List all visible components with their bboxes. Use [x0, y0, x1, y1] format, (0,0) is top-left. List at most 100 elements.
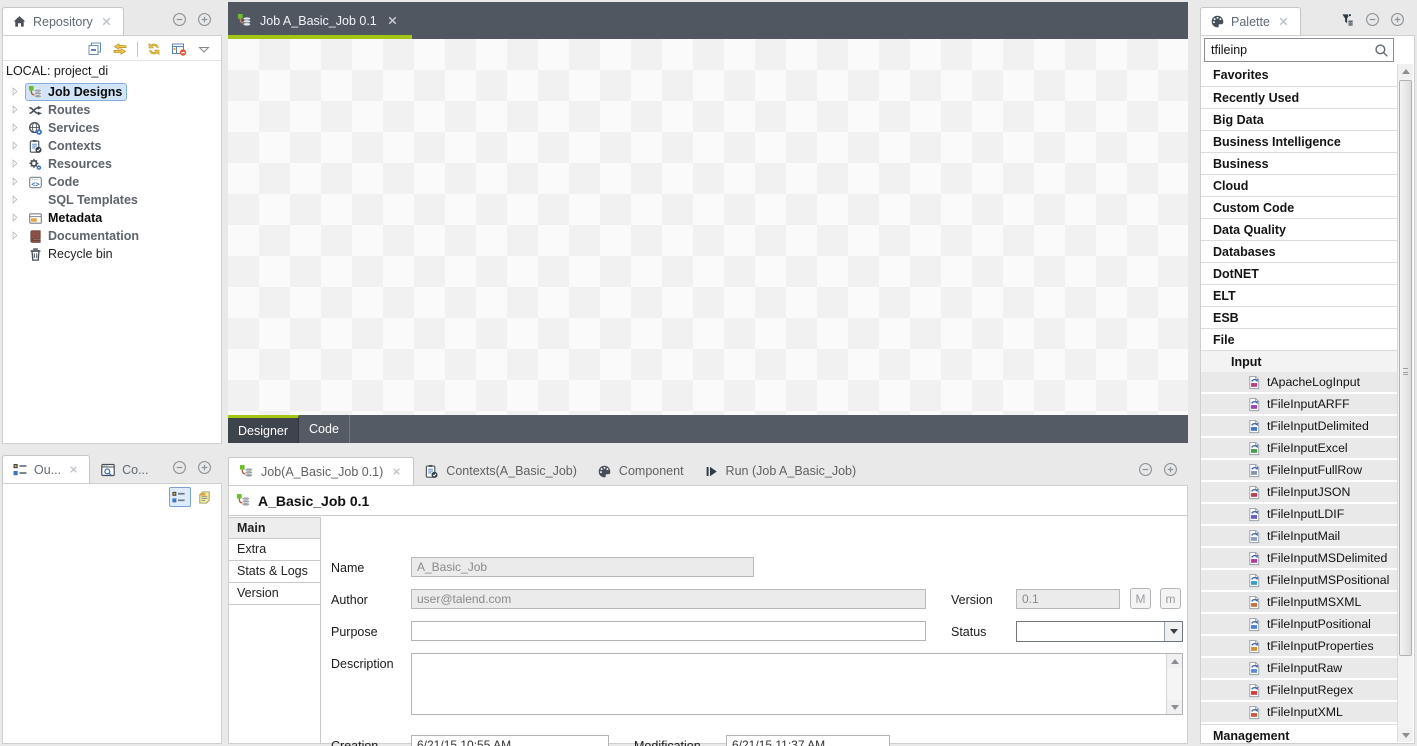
scrollbar-thumb[interactable]: [1399, 80, 1412, 656]
palette-category-esb[interactable]: ESB: [1201, 306, 1397, 328]
maximize-icon[interactable]: [1163, 460, 1181, 478]
palette-component-tfileinputldif[interactable]: tFileInputLDIF: [1201, 504, 1397, 524]
palette-component-tfileinputxml[interactable]: tFileInputXML: [1201, 702, 1397, 722]
version-minor-button[interactable]: m: [1160, 588, 1181, 609]
palette-component-tfileinputraw[interactable]: tFileInputRaw: [1201, 658, 1397, 678]
tab-co[interactable]: Co...: [90, 455, 158, 483]
expander-icon[interactable]: [10, 104, 22, 116]
repo-item-job-designs[interactable]: Job Designs: [3, 83, 221, 101]
maximize-icon[interactable]: [1390, 10, 1408, 28]
chevron-down-icon[interactable]: [196, 41, 213, 58]
description-scrollbar[interactable]: [1166, 654, 1182, 714]
palette-category-business[interactable]: Business: [1201, 152, 1397, 174]
palette-category-cloud[interactable]: Cloud: [1201, 174, 1397, 196]
view-tab-code[interactable]: Code: [299, 415, 350, 443]
close-icon[interactable]: [1276, 14, 1291, 29]
close-icon[interactable]: [385, 13, 400, 28]
palette-category-favorites[interactable]: Favorites: [1201, 64, 1397, 86]
palette-component-tfileinputproperties[interactable]: tFileInputProperties: [1201, 636, 1397, 656]
scroll-up-icon[interactable]: [1167, 654, 1182, 668]
palette-component-tfileinputfullrow[interactable]: tFileInputFullRow: [1201, 460, 1397, 480]
maximize-icon[interactable]: [197, 10, 215, 28]
palette-component-tfileinputmsdelimited[interactable]: tFileInputMSDelimited: [1201, 548, 1397, 568]
close-icon[interactable]: [99, 14, 114, 29]
expander-icon[interactable]: [10, 140, 22, 152]
palette-component-tfileinputregex[interactable]: tFileInputRegex: [1201, 680, 1397, 700]
close-icon[interactable]: [390, 465, 403, 478]
search-input[interactable]: [1209, 42, 1374, 58]
purpose-field[interactable]: [411, 621, 926, 641]
tab-job-editor[interactable]: Job A_Basic_Job 0.1: [228, 2, 412, 39]
palette-scrollbar[interactable]: [1397, 64, 1413, 742]
palette-category-elt[interactable]: ELT: [1201, 284, 1397, 306]
view-tab-designer[interactable]: Designer: [228, 415, 299, 443]
palette-category-data-quality[interactable]: Data Quality: [1201, 218, 1397, 240]
scroll-down-icon[interactable]: [1398, 728, 1413, 742]
minimize-icon[interactable]: [1365, 10, 1383, 28]
side-tab-main[interactable]: Main: [229, 517, 320, 539]
search-icon[interactable]: [1374, 43, 1389, 58]
modification-field[interactable]: [726, 735, 890, 746]
minimize-icon[interactable]: [172, 10, 190, 28]
expander-icon[interactable]: [10, 176, 22, 188]
tab-palette[interactable]: Palette: [1200, 7, 1301, 35]
dropdown-button[interactable]: [1164, 622, 1182, 641]
palette-component-tfileinputmspositional[interactable]: tFileInputMSPositional: [1201, 570, 1397, 590]
palette-component-tapacheloginput[interactable]: tApacheLogInput: [1201, 372, 1397, 392]
palette-category-management[interactable]: Management: [1201, 724, 1397, 743]
version-major-button[interactable]: M: [1130, 588, 1151, 609]
palette-category-big-data[interactable]: Big Data: [1201, 108, 1397, 130]
filtered-table-icon[interactable]: [171, 41, 188, 58]
author-field[interactable]: [411, 589, 926, 609]
tab-job-a-basic-job-0-1[interactable]: Job(A_Basic_Job 0.1): [228, 457, 414, 485]
tab-component[interactable]: Component: [587, 457, 694, 485]
palette-category-dotnet[interactable]: DotNET: [1201, 262, 1397, 284]
palette-category-file[interactable]: File: [1201, 328, 1397, 350]
name-field[interactable]: [411, 557, 754, 577]
palette-component-tfileinputexcel[interactable]: tFileInputExcel: [1201, 438, 1397, 458]
repo-item-contexts[interactable]: Contexts: [3, 137, 221, 155]
repo-item-recycle-bin[interactable]: Recycle bin: [3, 245, 221, 263]
tab-ou[interactable]: Ou...: [2, 455, 90, 483]
refresh-icon[interactable]: [146, 41, 163, 58]
repo-item-code[interactable]: <>Code: [3, 173, 221, 191]
side-tab-version[interactable]: Version: [229, 583, 320, 605]
palette-component-tfileinputjson[interactable]: tFileInputJSON: [1201, 482, 1397, 502]
version-field[interactable]: [1016, 589, 1120, 609]
repo-item-services[interactable]: Services: [3, 119, 221, 137]
repo-item-metadata[interactable]: Metadata: [3, 209, 221, 227]
palette-component-tfileinputmail[interactable]: tFileInputMail: [1201, 526, 1397, 546]
expander-icon[interactable]: [10, 212, 22, 224]
description-field[interactable]: [412, 654, 1166, 714]
collapse-all-icon[interactable]: [87, 41, 104, 58]
palette-category-databases[interactable]: Databases: [1201, 240, 1397, 262]
job-design-canvas[interactable]: [228, 39, 1188, 415]
expander-icon[interactable]: [10, 230, 22, 242]
expander-icon[interactable]: [10, 194, 22, 206]
swap-arrows-icon[interactable]: [112, 41, 129, 58]
minimize-icon[interactable]: [1138, 460, 1156, 478]
sheet-icon[interactable]: [195, 487, 217, 507]
scroll-down-icon[interactable]: [1167, 700, 1182, 714]
palette-subcategory-input[interactable]: Input: [1201, 350, 1397, 372]
filter-icon[interactable]: [1340, 10, 1358, 28]
repo-item-routes[interactable]: Routes: [3, 101, 221, 119]
maximize-icon[interactable]: [197, 458, 215, 476]
side-tab-stats-logs[interactable]: Stats & Logs: [229, 561, 320, 583]
status-dropdown[interactable]: [1016, 621, 1183, 642]
tab-run-job-a-basic-job[interactable]: Run (Job A_Basic_Job): [694, 457, 867, 485]
palette-component-tfileinputdelimited[interactable]: tFileInputDelimited: [1201, 416, 1397, 436]
repo-item-resources[interactable]: Resources: [3, 155, 221, 173]
expander-icon[interactable]: [10, 86, 22, 98]
repo-item-sql-templates[interactable]: SQL Templates: [3, 191, 221, 209]
tab-contexts-a-basic-job[interactable]: Contexts(A_Basic_Job): [414, 457, 587, 485]
palette-category-custom-code[interactable]: Custom Code: [1201, 196, 1397, 218]
minimize-icon[interactable]: [172, 458, 190, 476]
expander-icon[interactable]: [10, 122, 22, 134]
palette-component-tfileinputarff[interactable]: tFileInputARFF: [1201, 394, 1397, 414]
tab-repository[interactable]: Repository: [2, 7, 124, 35]
outline-tree-icon[interactable]: [169, 487, 191, 507]
palette-category-recently-used[interactable]: Recently Used: [1201, 86, 1397, 108]
palette-component-tfileinputmsxml[interactable]: tFileInputMSXML: [1201, 592, 1397, 612]
palette-component-tfileinputpositional[interactable]: tFileInputPositional: [1201, 614, 1397, 634]
